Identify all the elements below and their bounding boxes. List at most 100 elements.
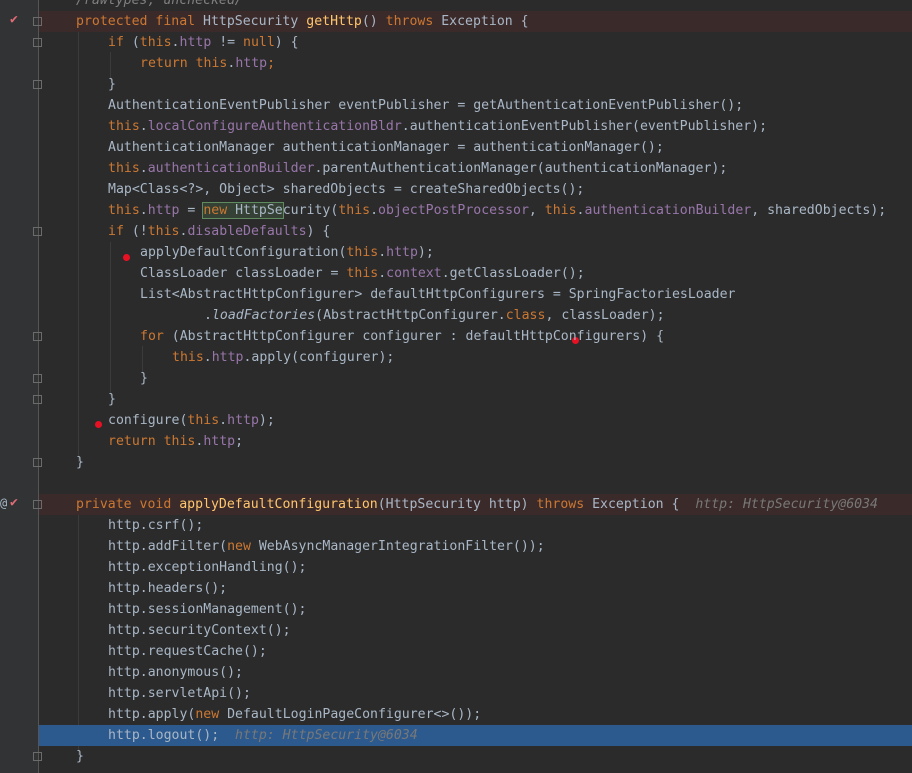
fold-marker-icon[interactable] bbox=[33, 17, 42, 26]
keyword: this bbox=[108, 161, 140, 176]
code-line[interactable]: http.securityContext(); bbox=[0, 620, 912, 641]
keyword: this bbox=[163, 434, 196, 449]
code-text: http.headers(); bbox=[108, 581, 228, 596]
keyword: this bbox=[544, 203, 577, 218]
exception-type: Exception { bbox=[433, 14, 529, 29]
code-line[interactable]: applyDefaultConfiguration(this.http); bbox=[0, 242, 912, 263]
field-name: http bbox=[386, 245, 418, 260]
code-text: (! bbox=[123, 224, 148, 239]
code-line[interactable]: http.logout(); http: HttpSecurity@6034 bbox=[0, 725, 912, 746]
code-line[interactable]: http.anonymous(); bbox=[0, 662, 912, 683]
code-text: . bbox=[171, 35, 180, 50]
code-text: ) { bbox=[274, 35, 299, 50]
code-line[interactable]: @ ✔ private void applyDefaultConfigurati… bbox=[0, 494, 912, 515]
fold-marker-icon[interactable] bbox=[33, 752, 42, 761]
code-line[interactable]: this.http = new HttpSecurity(this.object… bbox=[0, 200, 912, 221]
code-text: http.exceptionHandling(); bbox=[108, 560, 307, 575]
code-line[interactable]: http.csrf(); bbox=[0, 515, 912, 536]
code-line[interactable]: ClassLoader classLoader = this.context.g… bbox=[0, 263, 912, 284]
code-line[interactable]: } bbox=[0, 389, 912, 410]
code-line[interactable]: return this.http; bbox=[0, 53, 912, 74]
static-method-name: loadFactories bbox=[211, 308, 316, 323]
code-text: http.requestCache(); bbox=[108, 644, 267, 659]
fold-marker-icon[interactable] bbox=[33, 395, 42, 404]
code-line[interactable]: AuthenticationManager authenticationMana… bbox=[0, 137, 912, 158]
method-breakpoint-icon[interactable]: ✔ bbox=[10, 495, 18, 510]
code-line[interactable]: http.headers(); bbox=[0, 578, 912, 599]
code-text: . bbox=[378, 245, 387, 260]
breakpoint-dot-icon[interactable] bbox=[95, 421, 102, 428]
code-text: AuthenticationEventPublisher eventPublis… bbox=[108, 98, 744, 113]
code-text: . bbox=[139, 203, 148, 218]
code-line[interactable]: http.apply(new DefaultLoginPageConfigure… bbox=[0, 704, 912, 725]
code-text: . bbox=[139, 119, 148, 134]
at-icon[interactable]: @ bbox=[0, 496, 7, 510]
breakpoint-dot-icon[interactable] bbox=[123, 254, 130, 261]
code-text: http.apply( bbox=[108, 707, 196, 722]
code-text: .apply(configurer); bbox=[243, 350, 395, 365]
code-line[interactable]: .loadFactories(AbstractHttpConfigurer.cl… bbox=[0, 305, 912, 326]
keyword: this bbox=[139, 35, 172, 50]
code-line[interactable]: return this.http; bbox=[0, 431, 912, 452]
code-text: ; bbox=[235, 434, 244, 449]
code-text: AuthenticationManager authenticationMana… bbox=[108, 140, 664, 155]
code-line[interactable]: } bbox=[0, 368, 912, 389]
code-line[interactable]: http.exceptionHandling(); bbox=[0, 557, 912, 578]
field-name: objectPostProcessor bbox=[378, 203, 529, 218]
highlighted-keyword: new HttpSe bbox=[202, 202, 284, 219]
fold-marker-icon[interactable] bbox=[33, 374, 42, 383]
code-editor[interactable]: /rawtypes, unchecked/ ✔ protected final … bbox=[0, 0, 912, 773]
code-line[interactable]: if (!this.disableDefaults) { bbox=[0, 221, 912, 242]
code-text: ClassLoader classLoader = bbox=[140, 266, 347, 281]
keyword: new bbox=[195, 707, 220, 722]
paren: () bbox=[361, 14, 386, 29]
code-line[interactable]: List<AbstractHttpConfigurer> defaultHttp… bbox=[0, 284, 912, 305]
field-name: authenticationBuilder bbox=[147, 161, 315, 176]
fold-marker-icon[interactable] bbox=[33, 227, 42, 236]
code-text: ) { bbox=[306, 224, 331, 239]
debugger-inline-value: http: HttpSecurity@6034 bbox=[235, 728, 418, 743]
code-line[interactable]: configure(this.http); bbox=[0, 410, 912, 431]
code-line[interactable]: http.addFilter(new WebAsyncManagerIntegr… bbox=[0, 536, 912, 557]
keyword: this bbox=[172, 350, 204, 365]
code-line[interactable]: http.servletApi(); bbox=[0, 683, 912, 704]
code-line[interactable]: Map<Class<?>, Object> sharedObjects = cr… bbox=[0, 179, 912, 200]
keyword: protected final bbox=[76, 14, 196, 29]
keyword: throws bbox=[385, 14, 434, 29]
code-line[interactable]: http.requestCache(); bbox=[0, 641, 912, 662]
keyword: for bbox=[140, 329, 164, 344]
fold-marker-icon[interactable] bbox=[33, 80, 42, 89]
fold-marker-icon[interactable] bbox=[33, 458, 42, 467]
code-text: . bbox=[139, 161, 148, 176]
code-text: . bbox=[204, 308, 212, 323]
code-line[interactable]: http.sessionManagement(); bbox=[0, 599, 912, 620]
fold-marker-icon[interactable] bbox=[33, 500, 42, 509]
code-text: (AbstractHttpConfigurer. bbox=[315, 308, 506, 323]
code-line[interactable]: for (AbstractHttpConfigurer configurer :… bbox=[0, 326, 912, 347]
fold-marker-icon[interactable] bbox=[33, 332, 42, 341]
code-text: (HttpSecurity http) bbox=[377, 497, 537, 512]
code-text: } bbox=[108, 77, 116, 92]
code-line[interactable]: } bbox=[0, 74, 912, 95]
keyword: null bbox=[243, 35, 275, 50]
code-line[interactable]: this.http.apply(configurer); bbox=[0, 347, 912, 368]
method-breakpoint-icon[interactable]: ✔ bbox=[10, 12, 18, 27]
field-name: disableDefaults bbox=[187, 224, 307, 239]
code-text: .authenticationEventPublisher(eventPubli… bbox=[401, 119, 768, 134]
fold-marker-icon[interactable] bbox=[33, 38, 42, 47]
code-line[interactable]: ✔ protected final HttpSecurity getHttp()… bbox=[0, 11, 912, 32]
code-line[interactable]: AuthenticationEventPublisher eventPublis… bbox=[0, 95, 912, 116]
code-line[interactable]: /rawtypes, unchecked/ bbox=[0, 0, 912, 11]
code-line[interactable]: this.authenticationBuilder.parentAuthent… bbox=[0, 158, 912, 179]
code-line[interactable]: this.localConfigureAuthenticationBldr.au… bbox=[0, 116, 912, 137]
debugger-inline-value: http: HttpSecurity@6034 bbox=[695, 497, 878, 512]
code-line[interactable]: } bbox=[0, 452, 912, 473]
code-text: = bbox=[179, 203, 204, 218]
code-text: http.securityContext(); bbox=[108, 623, 291, 638]
code-text: http.addFilter( bbox=[108, 539, 228, 554]
code-line[interactable]: } bbox=[0, 746, 912, 767]
code-line[interactable]: if (this.http != null) { bbox=[0, 32, 912, 53]
code-text: . bbox=[203, 350, 212, 365]
keyword: this bbox=[346, 266, 379, 281]
